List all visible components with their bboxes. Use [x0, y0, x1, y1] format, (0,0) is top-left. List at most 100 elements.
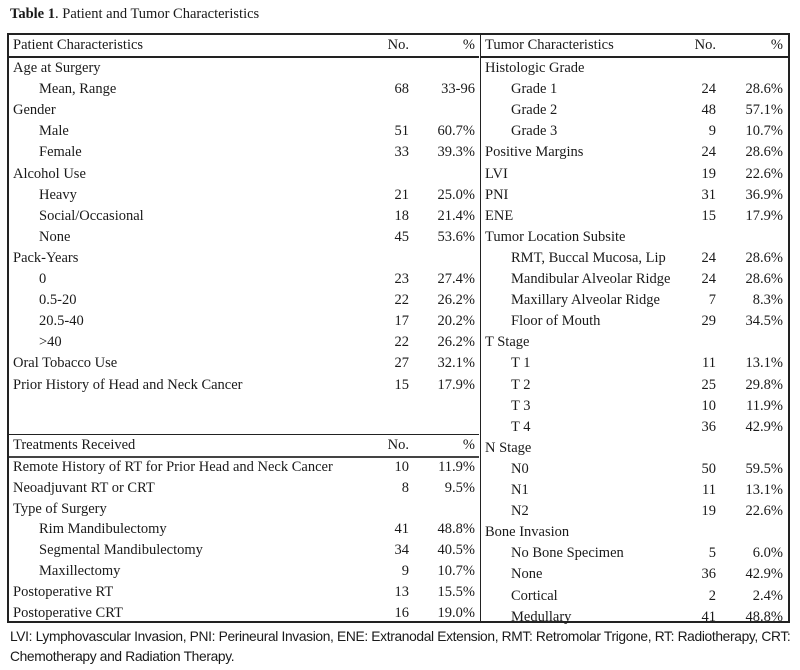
table-row: Grade 3 9 10.7%	[481, 121, 788, 142]
table-row: Tumor Location Subsite	[481, 227, 788, 248]
row-count: 11	[702, 482, 716, 498]
row-label: Neoadjuvant RT or CRT	[13, 479, 155, 496]
row-label: Social/Occasional	[39, 207, 144, 224]
table-row: None 45 53.6%	[9, 227, 479, 248]
table-row: Histologic Grade	[481, 58, 788, 79]
row-percent: 29.8%	[745, 376, 783, 393]
table-row: Maxillary Alveolar Ridge 7 8.3%	[481, 290, 788, 311]
tumor-header-row: Tumor Characteristics No. %	[481, 35, 788, 58]
row-label: Positive Margins	[485, 144, 584, 161]
row-label: Floor of Mouth	[511, 313, 601, 330]
table-row: N2 19 22.6%	[481, 501, 788, 522]
row-count: 10	[394, 459, 410, 475]
row-label: Oral Tobacco Use	[13, 355, 118, 372]
row-label: Remote History of RT for Prior Head and …	[13, 459, 333, 475]
row-percent: 26.2%	[437, 334, 475, 351]
table-row: Neoadjuvant RT or CRT 8 9.5%	[9, 478, 479, 499]
row-label: Grade 1	[511, 81, 558, 98]
table-row: Oral Tobacco Use 27 32.1%	[9, 353, 479, 374]
row-count: 10	[701, 397, 717, 414]
row-count: 8	[401, 479, 409, 496]
table-row: 0.5-20 22 26.2%	[9, 290, 479, 311]
row-count: 41	[394, 521, 410, 538]
row-label: Age at Surgery	[13, 60, 101, 76]
row-count: 36	[701, 418, 717, 435]
row-count: 22	[394, 292, 410, 309]
row-percent: 25.0%	[437, 186, 475, 203]
row-count: 16	[394, 604, 410, 621]
row-label: RMT, Buccal Mucosa, Lip	[511, 249, 666, 266]
row-percent: 2.4%	[752, 587, 783, 604]
row-percent: 11.9%	[746, 397, 783, 414]
row-percent: 10.7%	[745, 123, 783, 140]
row-count: 11	[702, 355, 716, 372]
row-label: T 2	[511, 376, 531, 393]
row-label: Histologic Grade	[485, 60, 585, 76]
row-percent: 28.6%	[745, 271, 783, 287]
row-label: Medullary	[511, 608, 572, 625]
characteristics-table: Patient Characteristics No. % Age at Sur…	[7, 33, 790, 625]
row-percent: 33-96	[441, 81, 475, 98]
tumor-header-label: Tumor Characteristics	[485, 37, 614, 53]
table-row: RMT, Buccal Mucosa, Lip 24 28.6%	[481, 248, 788, 269]
row-label: N0	[511, 460, 529, 477]
row-count: 7	[708, 292, 716, 309]
row-label: No Bone Specimen	[511, 545, 624, 562]
row-count: 24	[701, 81, 717, 98]
row-percent: 17.9%	[437, 376, 475, 393]
table-row: Social/Occasional 18 21.4%	[9, 206, 479, 227]
row-count: 51	[394, 123, 410, 140]
table-row: Female 33 39.3%	[9, 142, 479, 163]
row-count: 24	[701, 271, 717, 287]
row-percent: 6.0%	[752, 545, 783, 562]
table-caption: Table 1. Patient and Tumor Characteristi…	[10, 6, 259, 23]
table-row: Maxillectomy 9 10.7%	[9, 561, 479, 582]
row-label: Maxillectomy	[39, 563, 121, 579]
row-count: 34	[394, 542, 410, 559]
patient-header-row: Patient Characteristics No. %	[9, 35, 479, 58]
row-count: 13	[394, 583, 410, 600]
row-percent: 60.7%	[437, 123, 475, 140]
tumor-column: Tumor Characteristics No. % Histologic G…	[480, 35, 788, 625]
table-row: Heavy 21 25.0%	[9, 185, 479, 206]
table-row: Grade 1 24 28.6%	[481, 79, 788, 100]
row-label: PNI	[485, 186, 509, 203]
row-label: N2	[511, 503, 529, 520]
row-percent: 59.5%	[745, 460, 783, 477]
row-count: 18	[394, 207, 410, 224]
table-row: 0 23 27.4%	[9, 269, 479, 290]
row-label: T 3	[511, 397, 531, 414]
row-count: 48	[701, 102, 717, 119]
row-count: 19	[701, 165, 717, 182]
row-percent: 15.5%	[437, 583, 475, 600]
table-row: Type of Surgery	[9, 499, 479, 520]
row-label: Mandibular Alveolar Ridge	[511, 271, 671, 287]
row-percent: 13.1%	[745, 355, 783, 372]
table-row: Postoperative RT 13 15.5%	[9, 582, 479, 603]
row-count: 2	[708, 587, 716, 604]
row-count: 31	[701, 186, 717, 203]
table-row: T 1 11 13.1%	[481, 353, 788, 374]
row-label: None	[511, 566, 543, 583]
row-percent: 22.6%	[745, 503, 783, 520]
row-count: 25	[701, 376, 717, 393]
table-row: Prior History of Head and Neck Cancer 15 1…	[9, 375, 479, 396]
row-percent: 21.4%	[437, 207, 475, 224]
row-label: Prior History of Head and Neck Cancer	[13, 376, 243, 393]
row-count: 9	[401, 563, 409, 579]
table-row: Rim Mandibulectomy 41 48.8%	[9, 519, 479, 540]
row-label: Tumor Location Subsite	[485, 228, 626, 245]
row-percent: 17.9%	[745, 207, 783, 224]
row-label: Alcohol Use	[13, 165, 86, 182]
row-label: Bone Invasion	[485, 524, 570, 541]
row-count: 17	[394, 313, 410, 330]
table-row: Remote History of RT for Prior Head and …	[9, 457, 479, 478]
table-row: T Stage	[481, 332, 788, 353]
table-row: Segmental Mandibulectomy 34 40.5%	[9, 540, 479, 561]
row-label: Heavy	[39, 186, 77, 203]
row-percent: 48.8%	[745, 608, 783, 625]
row-label: ENE	[485, 207, 514, 224]
row-count: 50	[701, 460, 717, 477]
row-label: Male	[39, 123, 69, 140]
row-count: 15	[394, 376, 410, 393]
